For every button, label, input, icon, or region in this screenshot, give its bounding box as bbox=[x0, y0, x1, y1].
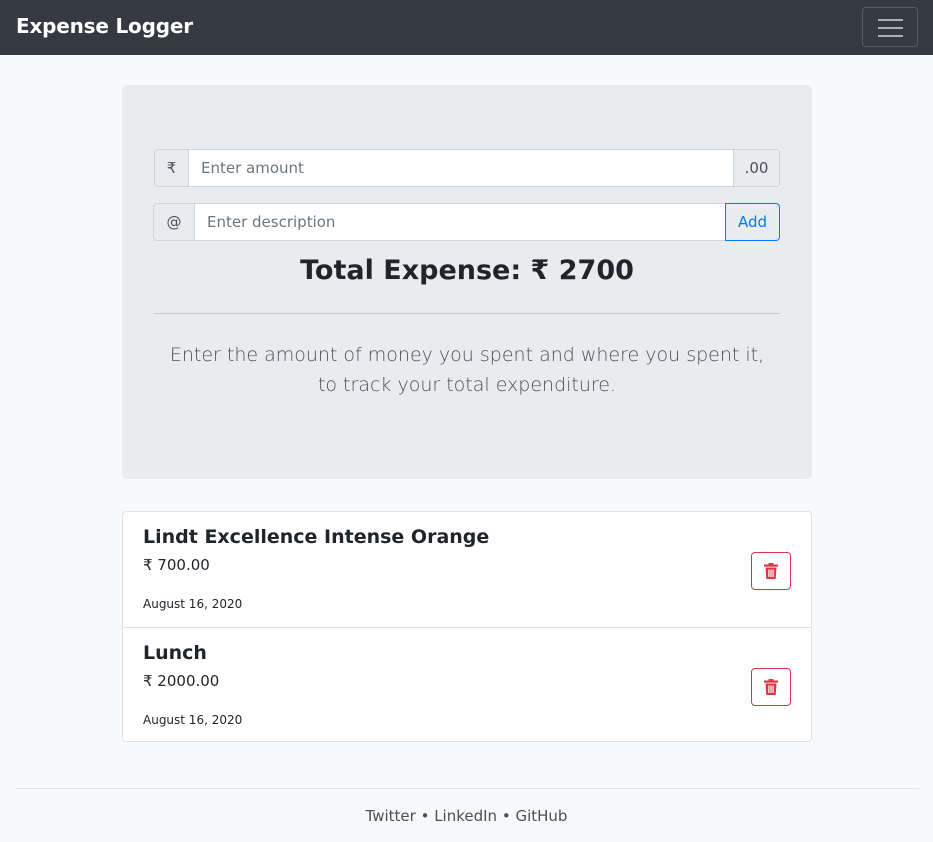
brand-title[interactable]: Expense Logger bbox=[16, 14, 193, 38]
description-input-group: @ Add bbox=[153, 203, 780, 241]
total-expense: Total Expense: ₹ 2700 bbox=[300, 255, 634, 286]
delete-expense-button[interactable] bbox=[751, 552, 791, 590]
trash-icon bbox=[764, 563, 778, 579]
expense-date: August 16, 2020 bbox=[143, 597, 243, 611]
trash-icon bbox=[764, 679, 778, 695]
menu-toggle-button[interactable] bbox=[862, 7, 918, 47]
expense-form-panel: ₹ .00 @ Add Total Expense: ₹ 2700 Enter … bbox=[122, 85, 812, 479]
rupee-prefix: ₹ bbox=[154, 149, 189, 187]
footer-separator: • bbox=[497, 807, 516, 825]
expense-list: Lindt Excellence Intense Orange ₹ 700.00… bbox=[122, 511, 812, 742]
description-input[interactable] bbox=[194, 203, 726, 241]
twitter-link[interactable]: Twitter bbox=[366, 807, 416, 825]
expense-title: Lindt Excellence Intense Orange bbox=[143, 526, 490, 548]
expense-item: Lunch ₹ 2000.00 August 16, 2020 bbox=[123, 627, 811, 743]
expense-item: Lindt Excellence Intense Orange ₹ 700.00… bbox=[123, 512, 811, 627]
instructions-text: Enter the amount of money you spent and … bbox=[169, 344, 765, 396]
github-link[interactable]: GitHub bbox=[515, 807, 567, 825]
at-prefix: @ bbox=[153, 203, 195, 241]
expense-date: August 16, 2020 bbox=[143, 713, 243, 727]
footer: Twitter • LinkedIn • GitHub bbox=[0, 807, 933, 825]
expense-amount: ₹ 700.00 bbox=[143, 556, 210, 574]
footer-divider bbox=[15, 788, 919, 789]
expense-amount: ₹ 2000.00 bbox=[143, 672, 220, 690]
navbar: Expense Logger bbox=[0, 0, 933, 55]
divider bbox=[154, 313, 780, 314]
decimal-suffix: .00 bbox=[733, 149, 780, 187]
delete-expense-button[interactable] bbox=[751, 668, 791, 706]
amount-input[interactable] bbox=[188, 149, 734, 187]
add-button[interactable]: Add bbox=[725, 203, 780, 241]
expense-title: Lunch bbox=[143, 642, 207, 664]
linkedin-link[interactable]: LinkedIn bbox=[434, 807, 497, 825]
footer-separator: • bbox=[415, 807, 435, 825]
amount-input-group: ₹ .00 bbox=[154, 149, 780, 187]
